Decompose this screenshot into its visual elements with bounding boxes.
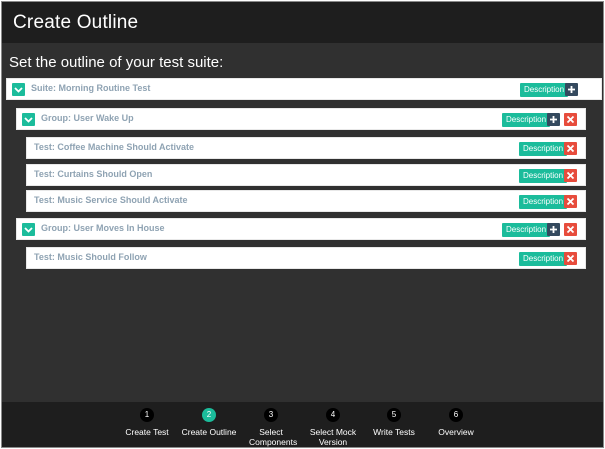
close-icon[interactable] bbox=[564, 169, 577, 182]
suite-row: Suite: Morning Routine Test Description bbox=[6, 78, 602, 100]
test-description-button[interactable]: Description bbox=[519, 142, 568, 156]
close-icon[interactable] bbox=[564, 252, 577, 265]
step-number: 5 bbox=[387, 408, 401, 422]
test-description-button[interactable]: Description bbox=[519, 252, 568, 266]
close-icon[interactable] bbox=[564, 195, 577, 208]
test-row: Test: Music Service Should Activate Desc… bbox=[26, 190, 586, 212]
group-description-button[interactable]: Description bbox=[502, 223, 551, 237]
step-overview[interactable]: 6 Overview bbox=[421, 408, 491, 437]
step-label: Write Tests bbox=[373, 427, 415, 437]
step-label: Select Mock Version bbox=[309, 427, 357, 447]
close-icon[interactable] bbox=[564, 142, 577, 155]
step-number: 4 bbox=[326, 408, 340, 422]
page-title: Create Outline bbox=[13, 12, 139, 33]
suite-description-button[interactable]: Description bbox=[520, 83, 569, 97]
step-number: 3 bbox=[264, 408, 278, 422]
step-select-mock-version[interactable]: 4 Select Mock Version bbox=[298, 408, 368, 447]
plus-icon[interactable] bbox=[547, 113, 560, 126]
test-description-button[interactable]: Description bbox=[519, 195, 568, 209]
test-description-button[interactable]: Description bbox=[519, 169, 568, 183]
page-subtitle: Set the outline of your test suite: bbox=[9, 54, 224, 71]
group-row: Group: User Wake Up Description bbox=[16, 108, 586, 130]
group-label: Group: User Moves In House bbox=[41, 223, 165, 233]
test-row: Test: Coffee Machine Should Activate Des… bbox=[26, 137, 586, 159]
group-description-button[interactable]: Description bbox=[502, 113, 551, 127]
step-create-outline[interactable]: 2 Create Outline bbox=[174, 408, 244, 437]
chevron-down-icon[interactable] bbox=[22, 223, 35, 236]
test-label: Test: Curtains Should Open bbox=[34, 169, 153, 179]
group-label: Group: User Wake Up bbox=[41, 113, 134, 123]
step-number: 6 bbox=[449, 408, 463, 422]
test-label: Test: Music Should Follow bbox=[34, 252, 147, 262]
step-label: Overview bbox=[438, 427, 474, 437]
suite-label: Suite: Morning Routine Test bbox=[31, 83, 151, 93]
test-label: Test: Coffee Machine Should Activate bbox=[34, 142, 195, 152]
step-label: Create Outline bbox=[181, 427, 237, 437]
group-row: Group: User Moves In House Description bbox=[16, 218, 586, 240]
chevron-down-icon[interactable] bbox=[22, 113, 35, 126]
step-write-tests[interactable]: 5 Write Tests bbox=[359, 408, 429, 437]
app-window: Create Outline Set the outline of your t… bbox=[1, 1, 604, 448]
close-icon[interactable] bbox=[564, 113, 577, 126]
test-row: Test: Curtains Should Open Description bbox=[26, 164, 586, 186]
step-select-components[interactable]: 3 Select Components bbox=[236, 408, 306, 447]
title-bar: Create Outline bbox=[2, 2, 603, 43]
test-label: Test: Music Service Should Activate bbox=[34, 195, 188, 205]
step-create-test[interactable]: 1 Create Test bbox=[112, 408, 182, 437]
chevron-down-icon[interactable] bbox=[12, 83, 25, 96]
step-number: 2 bbox=[202, 408, 216, 422]
plus-icon[interactable] bbox=[565, 83, 578, 96]
step-number: 1 bbox=[140, 408, 154, 422]
plus-icon[interactable] bbox=[547, 223, 560, 236]
close-icon[interactable] bbox=[564, 223, 577, 236]
step-label: Select Components bbox=[249, 427, 298, 447]
wizard-stepper: 1 Create Test 2 Create Outline 3 Select … bbox=[2, 402, 603, 447]
test-row: Test: Music Should Follow Description bbox=[26, 247, 586, 269]
step-label: Create Test bbox=[125, 427, 169, 437]
